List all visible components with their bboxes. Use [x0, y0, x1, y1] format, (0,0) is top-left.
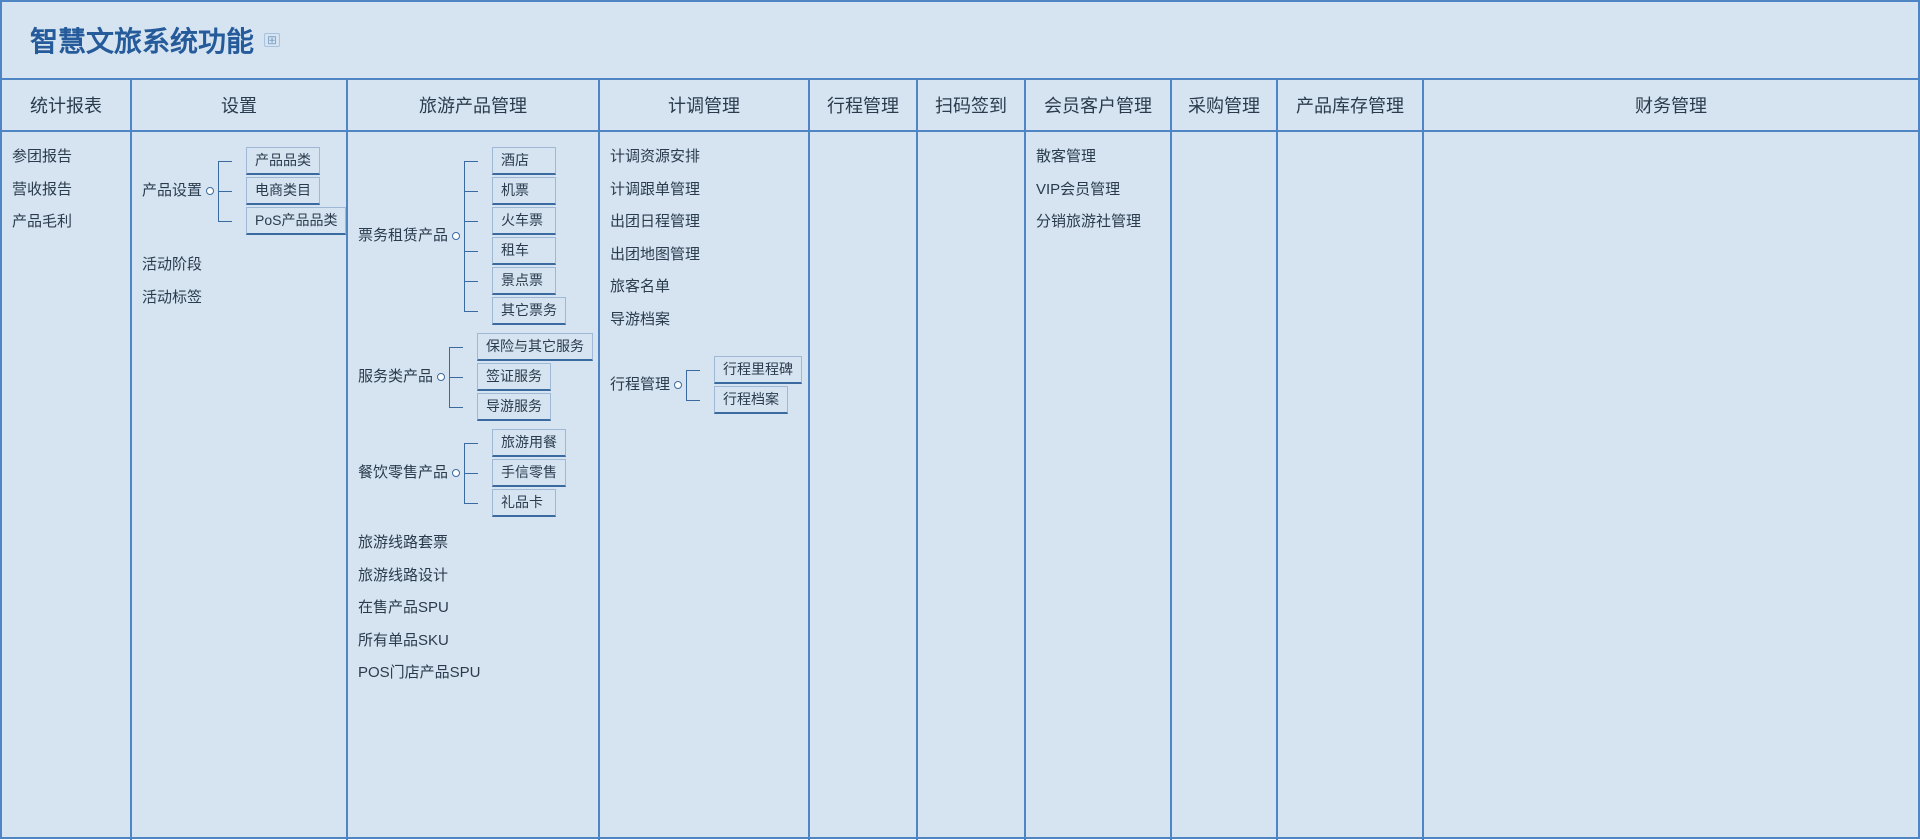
col-member: 会员客户管理 散客管理 VIP会员管理 分销旅游社管理 [1026, 80, 1172, 840]
item-spu-onsale: 在售产品SPU [358, 597, 588, 620]
child-train: 火车票 [492, 207, 556, 235]
child-attraction: 景点票 [492, 267, 556, 295]
col-body-finance [1424, 132, 1918, 840]
expand-node-icon[interactable] [437, 373, 445, 381]
col-body-inventory [1278, 132, 1422, 840]
collapse-icon[interactable]: ⊞ [264, 33, 280, 47]
col-head-finance: 财务管理 [1424, 80, 1918, 132]
item-stats-1: 营收报告 [12, 179, 120, 202]
branch-product-settings: 产品设置 产品品类 电商类目 PoS产品品类 [142, 146, 336, 236]
child-flight: 机票 [492, 177, 556, 205]
child-pos-category: PoS产品品类 [246, 207, 346, 235]
child-trip-archive: 行程档案 [714, 386, 788, 414]
branch-service: 服务类产品 保险与其它服务 签证服务 导游服务 [358, 332, 588, 422]
col-head-procure: 采购管理 [1172, 80, 1276, 132]
diagram-title: 智慧文旅系统功能 [30, 20, 254, 60]
col-body-plan: 计调资源安排 计调跟单管理 出团日程管理 出团地图管理 旅客名单 导游档案 行程… [600, 132, 808, 840]
node-ticket-rental: 票务租赁产品 [358, 225, 448, 248]
child-product-category: 产品品类 [246, 147, 320, 175]
col-products: 旅游产品管理 票务租赁产品 酒店 机票 火车票 租车 景点票 其它票务 [348, 80, 600, 840]
node-service: 服务类产品 [358, 366, 433, 389]
item-member-2: 分销旅游社管理 [1036, 211, 1160, 234]
diagram-canvas: 智慧文旅系统功能 ⊞ 统计报表 参团报告 营收报告 产品毛利 设置 [0, 0, 1920, 839]
item-sku-all: 所有单品SKU [358, 630, 588, 653]
expand-node-icon[interactable] [452, 232, 460, 240]
node-product-settings: 产品设置 [142, 180, 202, 203]
item-member-0: 散客管理 [1036, 146, 1160, 169]
item-activity-stage: 活动阶段 [142, 254, 336, 277]
child-insurance: 保险与其它服务 [477, 333, 593, 361]
col-body-stats: 参团报告 营收报告 产品毛利 [2, 132, 130, 840]
item-plan-5: 导游档案 [610, 309, 798, 332]
item-route-design: 旅游线路设计 [358, 565, 588, 588]
col-head-member: 会员客户管理 [1026, 80, 1170, 132]
branch-trip-plan: 行程管理 行程里程碑 行程档案 [610, 355, 798, 415]
child-giftcard: 礼品卡 [492, 489, 556, 517]
col-body-scan [918, 132, 1024, 840]
child-visa: 签证服务 [477, 363, 551, 391]
node-trip-mgmt: 行程管理 [610, 374, 670, 397]
child-hotel: 酒店 [492, 147, 556, 175]
col-scan: 扫码签到 [918, 80, 1026, 840]
col-finance: 财务管理 [1424, 80, 1918, 840]
item-plan-3: 出团地图管理 [610, 244, 798, 267]
item-plan-0: 计调资源安排 [610, 146, 798, 169]
item-member-1: VIP会员管理 [1036, 179, 1160, 202]
col-head-products: 旅游产品管理 [348, 80, 598, 132]
col-head-plan: 计调管理 [600, 80, 808, 132]
expand-node-icon[interactable] [674, 381, 682, 389]
col-body-settings: 产品设置 产品品类 电商类目 PoS产品品类 活动阶段 活动标签 [132, 132, 346, 840]
item-plan-1: 计调跟单管理 [610, 179, 798, 202]
item-stats-0: 参团报告 [12, 146, 120, 169]
col-body-trip [810, 132, 916, 840]
col-head-settings: 设置 [132, 80, 346, 132]
expand-node-icon[interactable] [452, 469, 460, 477]
branch-retail: 餐饮零售产品 旅游用餐 手信零售 礼品卡 [358, 428, 588, 518]
col-plan: 计调管理 计调资源安排 计调跟单管理 出团日程管理 出团地图管理 旅客名单 导游… [600, 80, 810, 840]
expand-node-icon[interactable] [206, 187, 214, 195]
node-retail: 餐饮零售产品 [358, 462, 448, 485]
item-activity-tag: 活动标签 [142, 287, 336, 310]
branch-ticket-rental: 票务租赁产品 酒店 机票 火车票 租车 景点票 其它票务 [358, 146, 588, 326]
child-ecommerce-category: 电商类目 [246, 177, 320, 205]
child-car-rental: 租车 [492, 237, 556, 265]
col-head-trip: 行程管理 [810, 80, 916, 132]
col-body-products: 票务租赁产品 酒店 机票 火车票 租车 景点票 其它票务 服务类产品 [348, 132, 598, 840]
item-plan-4: 旅客名单 [610, 276, 798, 299]
col-head-stats: 统计报表 [2, 80, 130, 132]
col-head-scan: 扫码签到 [918, 80, 1024, 132]
item-stats-2: 产品毛利 [12, 211, 120, 234]
diagram-frame: 智慧文旅系统功能 ⊞ 统计报表 参团报告 营收报告 产品毛利 设置 [0, 0, 1920, 839]
child-dining: 旅游用餐 [492, 429, 566, 457]
col-settings: 设置 产品设置 产品品类 电商类目 PoS产品品类 活动阶段 活动标签 [132, 80, 348, 840]
col-body-member: 散客管理 VIP会员管理 分销旅游社管理 [1026, 132, 1170, 840]
item-route-package: 旅游线路套票 [358, 532, 588, 555]
col-trip: 行程管理 [810, 80, 918, 840]
child-souvenir: 手信零售 [492, 459, 566, 487]
columns: 统计报表 参团报告 营收报告 产品毛利 设置 产品设置 [2, 80, 1918, 840]
col-body-procure [1172, 132, 1276, 840]
child-guide: 导游服务 [477, 393, 551, 421]
item-pos-spu: POS门店产品SPU [358, 662, 588, 685]
child-other-ticket: 其它票务 [492, 297, 566, 325]
title-row: 智慧文旅系统功能 ⊞ [2, 2, 1918, 80]
col-head-inventory: 产品库存管理 [1278, 80, 1422, 132]
col-inventory: 产品库存管理 [1278, 80, 1424, 840]
item-plan-2: 出团日程管理 [610, 211, 798, 234]
col-stats: 统计报表 参团报告 营收报告 产品毛利 [2, 80, 132, 840]
child-trip-milestone: 行程里程碑 [714, 356, 802, 384]
col-procure: 采购管理 [1172, 80, 1278, 840]
